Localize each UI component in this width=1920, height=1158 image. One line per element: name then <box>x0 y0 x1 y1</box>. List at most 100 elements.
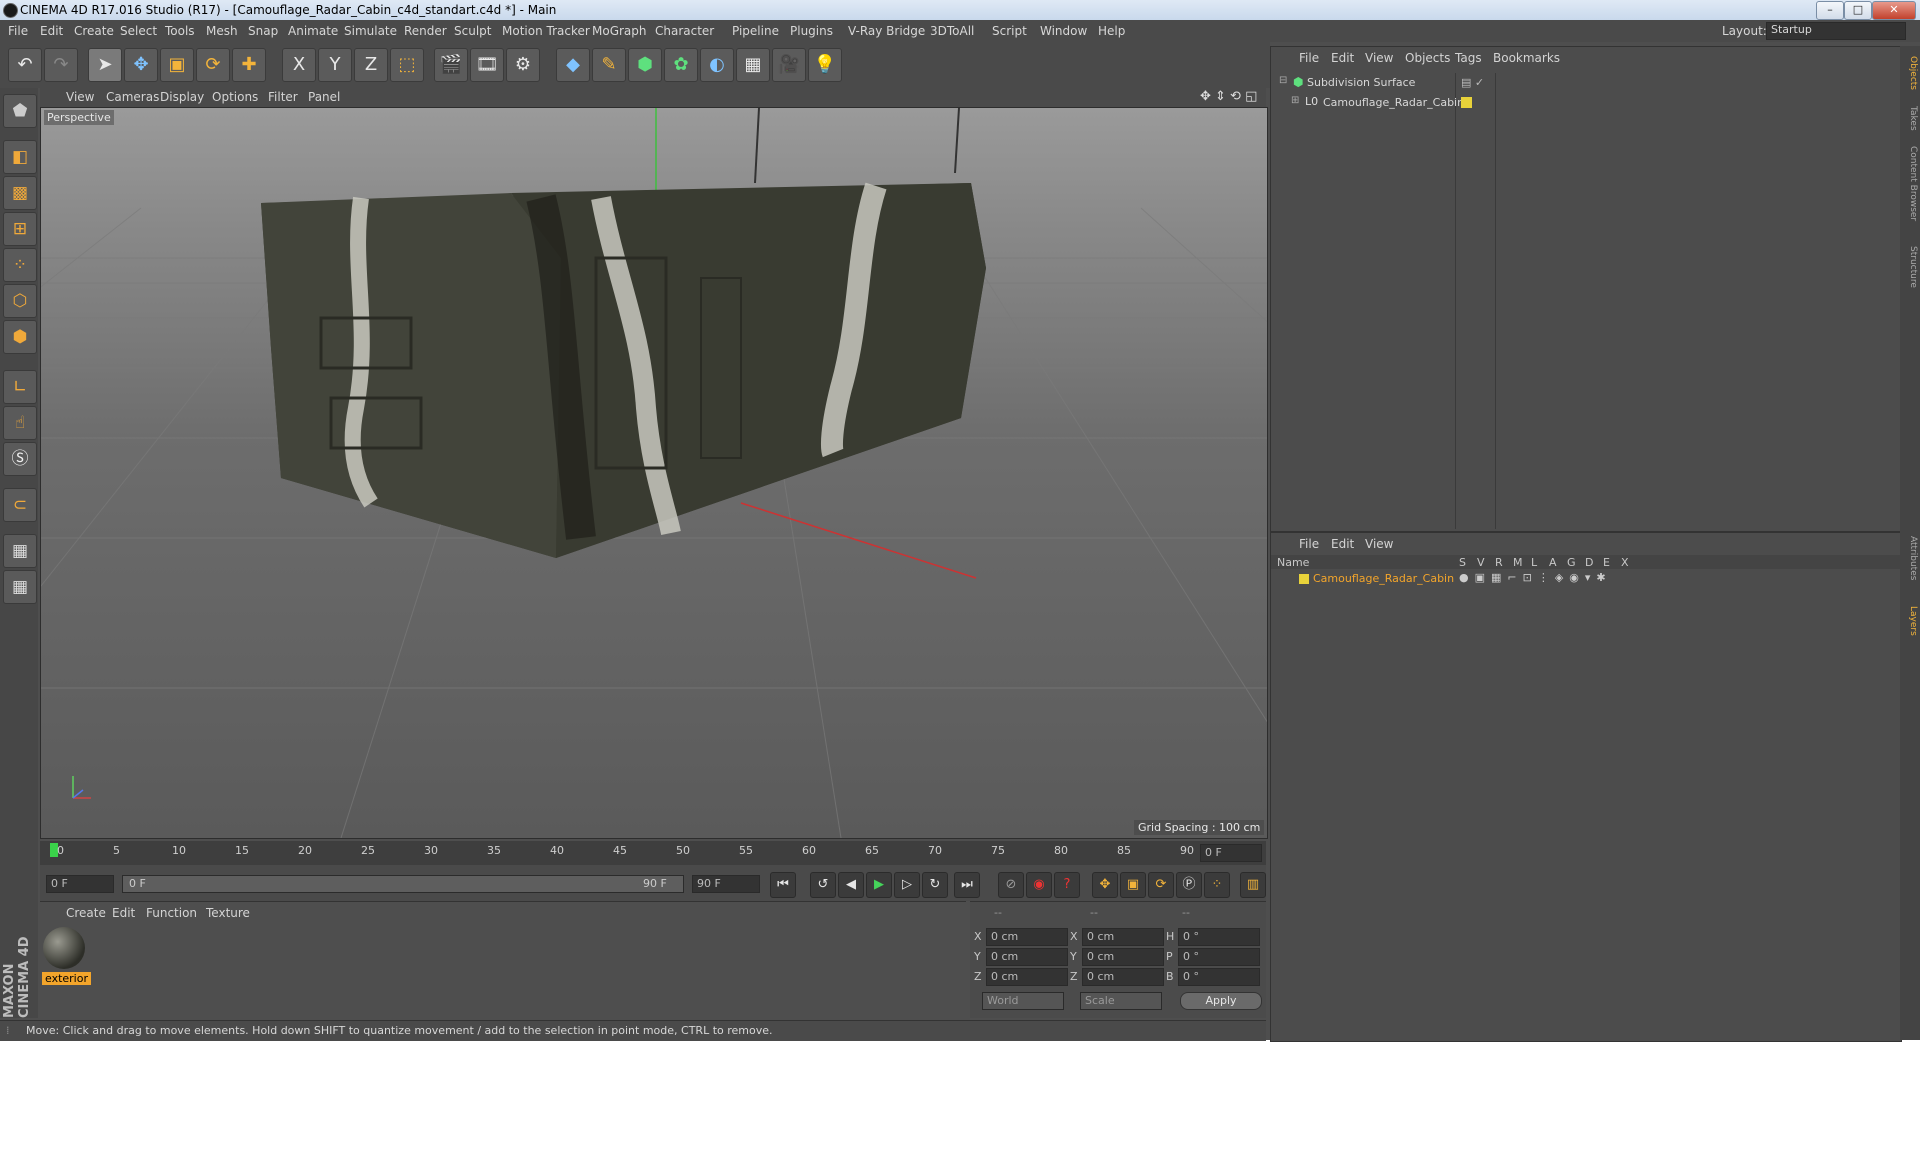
next-frame-icon[interactable]: ▷ <box>894 872 920 898</box>
texture-mode-icon[interactable]: ▩ <box>3 176 37 210</box>
menu-motion-tracker[interactable]: Motion Tracker <box>502 24 590 38</box>
cloner-icon[interactable]: ✿ <box>664 48 698 82</box>
expand-icon[interactable]: ⊞ <box>1291 95 1299 106</box>
material-menu-texture[interactable]: Texture <box>206 906 250 920</box>
preview-range-slider[interactable]: 0 F 90 F <box>122 875 684 893</box>
menu-file[interactable]: File <box>8 24 28 38</box>
size-y-field[interactable]: 0 cm <box>1082 948 1164 966</box>
tab-layers[interactable]: Layers <box>1902 606 1918 636</box>
menu-character[interactable]: Character <box>655 24 714 38</box>
close-button[interactable]: ✕ <box>1872 1 1916 20</box>
rotation-p-field[interactable]: 0 ° <box>1178 948 1260 966</box>
layer-color-swatch[interactable] <box>1299 574 1309 584</box>
material-menu-create[interactable]: Create <box>66 906 106 920</box>
key-rotation-icon[interactable]: ⟳ <box>1148 872 1174 898</box>
menu-script[interactable]: Script <box>992 24 1027 38</box>
material-swatch[interactable] <box>43 927 85 969</box>
tab-attributes[interactable]: Attributes <box>1902 536 1918 580</box>
tab-content-browser[interactable]: Content Browser <box>1902 146 1918 221</box>
menu-sculpt[interactable]: Sculpt <box>454 24 491 38</box>
timeline-window-icon[interactable]: ▥ <box>1240 872 1266 898</box>
material-menu-function[interactable]: Function <box>146 906 197 920</box>
tab-structure[interactable]: Structure <box>1902 246 1918 288</box>
layermgr-menu-file[interactable]: File <box>1299 537 1319 551</box>
live-select-icon[interactable]: ✚ <box>232 48 266 82</box>
edges-mode-icon[interactable]: ⬡ <box>3 284 37 318</box>
minimize-button[interactable]: – <box>1816 1 1844 20</box>
make-editable-icon[interactable]: ⬟ <box>3 94 37 128</box>
render-picture-viewer-icon[interactable]: 🎞 <box>470 48 504 82</box>
menu-simulate[interactable]: Simulate <box>344 24 397 38</box>
object-row[interactable]: ⊞ L0 Camouflage_Radar_Cabin <box>1273 95 1898 111</box>
grid-workplane-icon[interactable]: ▦ <box>3 570 37 604</box>
go-to-end-icon[interactable]: ⏭ <box>954 872 980 898</box>
viewport-menu-display[interactable]: Display <box>160 90 204 104</box>
lock-grid-icon[interactable]: ▦ <box>3 534 37 568</box>
objmgr-menu-bookmarks[interactable]: Bookmarks <box>1493 51 1560 65</box>
menu-create[interactable]: Create <box>74 24 114 38</box>
menu-animate[interactable]: Animate <box>288 24 338 38</box>
menu-mograph[interactable]: MoGraph <box>592 24 647 38</box>
tweak-mode-icon[interactable]: ☝ <box>3 406 37 440</box>
object-name[interactable]: Subdivision Surface <box>1307 76 1415 89</box>
menu-snap[interactable]: Snap <box>248 24 278 38</box>
menu-3dtoall[interactable]: 3DToAll <box>930 24 974 38</box>
menu-mesh[interactable]: Mesh <box>206 24 238 38</box>
workplane-icon[interactable]: ⊞ <box>3 212 37 246</box>
size-x-field[interactable]: 0 cm <box>1082 928 1164 946</box>
floor-icon[interactable]: ▦ <box>736 48 770 82</box>
render-view-icon[interactable]: 🎬 <box>434 48 468 82</box>
key-pla-icon[interactable]: ⁘ <box>1204 872 1230 898</box>
menu-render[interactable]: Render <box>404 24 447 38</box>
light-icon[interactable]: 💡 <box>808 48 842 82</box>
render-settings-icon[interactable]: ⚙ <box>506 48 540 82</box>
axis-x-button[interactable]: X <box>282 48 316 82</box>
key-scale-icon[interactable]: ▣ <box>1120 872 1146 898</box>
position-z-field[interactable]: 0 cm <box>986 968 1068 986</box>
objmgr-menu-tags[interactable]: Tags <box>1455 51 1482 65</box>
enabled-check-icon[interactable]: ▤ ✓ <box>1461 76 1484 89</box>
object-name[interactable]: Camouflage_Radar_Cabin <box>1323 96 1464 109</box>
menu-help[interactable]: Help <box>1098 24 1125 38</box>
objmgr-menu-objects[interactable]: Objects <box>1405 51 1450 65</box>
redo-icon[interactable]: ↷ <box>44 48 78 82</box>
viewport-menu-cameras[interactable]: Cameras <box>106 90 159 104</box>
rotation-h-field[interactable]: 0 ° <box>1178 928 1260 946</box>
objmgr-menu-file[interactable]: File <box>1299 51 1319 65</box>
viewport-menu-panel[interactable]: Panel <box>308 90 340 104</box>
layer-color-swatch[interactable] <box>1461 97 1472 108</box>
scale-tool-icon[interactable]: ▣ <box>160 48 194 82</box>
magnet-icon[interactable]: ⊂ <box>3 488 37 522</box>
layout-select[interactable]: Startup <box>1766 22 1906 40</box>
position-x-field[interactable]: 0 cm <box>986 928 1068 946</box>
rotation-b-field[interactable]: 0 ° <box>1178 968 1260 986</box>
objmgr-menu-edit[interactable]: Edit <box>1331 51 1354 65</box>
menu-plugins[interactable]: Plugins <box>790 24 833 38</box>
scale-select[interactable]: Scale <box>1080 992 1162 1010</box>
layer-name[interactable]: Camouflage_Radar_Cabin <box>1313 572 1454 585</box>
material-menu-edit[interactable]: Edit <box>112 906 135 920</box>
undo-icon[interactable]: ↶ <box>8 48 42 82</box>
menu-tools[interactable]: Tools <box>165 24 195 38</box>
menu-pipeline[interactable]: Pipeline <box>732 24 779 38</box>
material-name-label[interactable]: exterior <box>42 972 91 985</box>
viewport-menu-view[interactable]: View <box>66 90 94 104</box>
go-to-start-icon[interactable]: ⏮ <box>770 872 796 898</box>
polygons-mode-icon[interactable]: ⬢ <box>3 320 37 354</box>
move-tool-icon[interactable]: ✥ <box>124 48 158 82</box>
world-select[interactable]: World <box>982 992 1064 1010</box>
maximize-button[interactable]: □ <box>1844 1 1872 20</box>
current-frame-field[interactable]: 0 F <box>1200 844 1262 862</box>
axis-y-button[interactable]: Y <box>318 48 352 82</box>
end-frame-field[interactable]: 90 F <box>692 875 760 893</box>
layermgr-menu-view[interactable]: View <box>1365 537 1393 551</box>
menu-window[interactable]: Window <box>1040 24 1087 38</box>
points-mode-icon[interactable]: ⁘ <box>3 248 37 282</box>
collapse-icon[interactable]: ⊟ <box>1279 75 1287 86</box>
previous-frame-icon[interactable]: ◀ <box>838 872 864 898</box>
position-y-field[interactable]: 0 cm <box>986 948 1068 966</box>
start-frame-field[interactable]: 0 F <box>46 875 114 893</box>
objmgr-menu-view[interactable]: View <box>1365 51 1393 65</box>
subdivision-icon[interactable]: ⬢ <box>628 48 662 82</box>
cube-icon[interactable]: ◆ <box>556 48 590 82</box>
